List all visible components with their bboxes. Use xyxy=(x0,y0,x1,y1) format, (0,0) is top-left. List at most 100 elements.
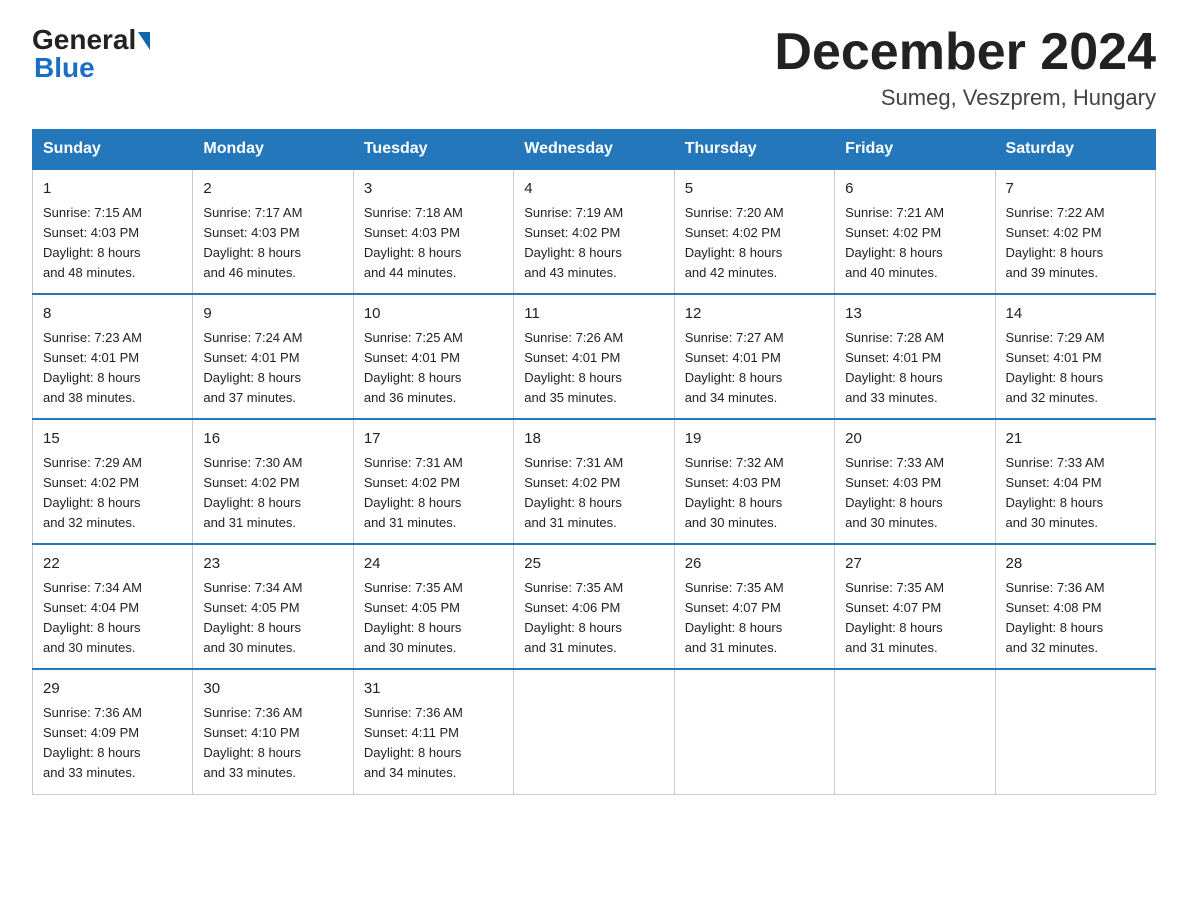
calendar-header-friday: Friday xyxy=(835,130,995,170)
day-number: 29 xyxy=(43,678,182,701)
calendar-cell-5-5 xyxy=(674,669,834,794)
day-info: Sunrise: 7:26 AM Sunset: 4:01 PM Dayligh… xyxy=(524,328,663,409)
day-number: 8 xyxy=(43,303,182,326)
day-info: Sunrise: 7:34 AM Sunset: 4:05 PM Dayligh… xyxy=(203,578,342,659)
day-number: 15 xyxy=(43,428,182,451)
day-number: 19 xyxy=(685,428,824,451)
header: General Blue December 2024 Sumeg, Veszpr… xyxy=(32,24,1156,111)
calendar-week-4: 22Sunrise: 7:34 AM Sunset: 4:04 PM Dayli… xyxy=(33,544,1156,669)
calendar-cell-5-7 xyxy=(995,669,1155,794)
day-info: Sunrise: 7:32 AM Sunset: 4:03 PM Dayligh… xyxy=(685,453,824,534)
calendar-cell-2-4: 11Sunrise: 7:26 AM Sunset: 4:01 PM Dayli… xyxy=(514,294,674,419)
day-number: 13 xyxy=(845,303,984,326)
day-info: Sunrise: 7:29 AM Sunset: 4:02 PM Dayligh… xyxy=(43,453,182,534)
day-info: Sunrise: 7:23 AM Sunset: 4:01 PM Dayligh… xyxy=(43,328,182,409)
calendar-cell-4-4: 25Sunrise: 7:35 AM Sunset: 4:06 PM Dayli… xyxy=(514,544,674,669)
day-number: 21 xyxy=(1006,428,1145,451)
month-title: December 2024 xyxy=(774,24,1156,81)
day-info: Sunrise: 7:30 AM Sunset: 4:02 PM Dayligh… xyxy=(203,453,342,534)
calendar-cell-3-1: 15Sunrise: 7:29 AM Sunset: 4:02 PM Dayli… xyxy=(33,419,193,544)
day-number: 23 xyxy=(203,553,342,576)
day-info: Sunrise: 7:17 AM Sunset: 4:03 PM Dayligh… xyxy=(203,203,342,284)
logo-arrow-icon xyxy=(138,32,150,50)
calendar-cell-1-4: 4Sunrise: 7:19 AM Sunset: 4:02 PM Daylig… xyxy=(514,169,674,294)
day-info: Sunrise: 7:21 AM Sunset: 4:02 PM Dayligh… xyxy=(845,203,984,284)
day-info: Sunrise: 7:28 AM Sunset: 4:01 PM Dayligh… xyxy=(845,328,984,409)
day-info: Sunrise: 7:36 AM Sunset: 4:08 PM Dayligh… xyxy=(1006,578,1145,659)
calendar-cell-2-6: 13Sunrise: 7:28 AM Sunset: 4:01 PM Dayli… xyxy=(835,294,995,419)
day-number: 9 xyxy=(203,303,342,326)
calendar-cell-2-1: 8Sunrise: 7:23 AM Sunset: 4:01 PM Daylig… xyxy=(33,294,193,419)
day-number: 24 xyxy=(364,553,503,576)
calendar-header-saturday: Saturday xyxy=(995,130,1155,170)
calendar-header-row: SundayMondayTuesdayWednesdayThursdayFrid… xyxy=(33,130,1156,170)
day-number: 18 xyxy=(524,428,663,451)
day-number: 6 xyxy=(845,178,984,201)
calendar-table: SundayMondayTuesdayWednesdayThursdayFrid… xyxy=(32,129,1156,794)
day-info: Sunrise: 7:24 AM Sunset: 4:01 PM Dayligh… xyxy=(203,328,342,409)
day-info: Sunrise: 7:35 AM Sunset: 4:05 PM Dayligh… xyxy=(364,578,503,659)
day-info: Sunrise: 7:31 AM Sunset: 4:02 PM Dayligh… xyxy=(524,453,663,534)
calendar-cell-4-5: 26Sunrise: 7:35 AM Sunset: 4:07 PM Dayli… xyxy=(674,544,834,669)
day-info: Sunrise: 7:35 AM Sunset: 4:06 PM Dayligh… xyxy=(524,578,663,659)
day-info: Sunrise: 7:25 AM Sunset: 4:01 PM Dayligh… xyxy=(364,328,503,409)
calendar-header-tuesday: Tuesday xyxy=(353,130,513,170)
day-info: Sunrise: 7:22 AM Sunset: 4:02 PM Dayligh… xyxy=(1006,203,1145,284)
day-number: 20 xyxy=(845,428,984,451)
day-info: Sunrise: 7:27 AM Sunset: 4:01 PM Dayligh… xyxy=(685,328,824,409)
day-number: 10 xyxy=(364,303,503,326)
calendar-cell-3-3: 17Sunrise: 7:31 AM Sunset: 4:02 PM Dayli… xyxy=(353,419,513,544)
calendar-cell-5-4 xyxy=(514,669,674,794)
day-info: Sunrise: 7:33 AM Sunset: 4:03 PM Dayligh… xyxy=(845,453,984,534)
day-number: 22 xyxy=(43,553,182,576)
calendar-cell-1-7: 7Sunrise: 7:22 AM Sunset: 4:02 PM Daylig… xyxy=(995,169,1155,294)
calendar-cell-1-6: 6Sunrise: 7:21 AM Sunset: 4:02 PM Daylig… xyxy=(835,169,995,294)
calendar-cell-5-6 xyxy=(835,669,995,794)
calendar-cell-5-1: 29Sunrise: 7:36 AM Sunset: 4:09 PM Dayli… xyxy=(33,669,193,794)
calendar-header-thursday: Thursday xyxy=(674,130,834,170)
day-info: Sunrise: 7:35 AM Sunset: 4:07 PM Dayligh… xyxy=(685,578,824,659)
day-info: Sunrise: 7:36 AM Sunset: 4:11 PM Dayligh… xyxy=(364,703,503,784)
day-number: 28 xyxy=(1006,553,1145,576)
calendar-week-3: 15Sunrise: 7:29 AM Sunset: 4:02 PM Dayli… xyxy=(33,419,1156,544)
day-number: 7 xyxy=(1006,178,1145,201)
logo-blue: Blue xyxy=(34,52,95,84)
day-number: 4 xyxy=(524,178,663,201)
calendar-cell-3-5: 19Sunrise: 7:32 AM Sunset: 4:03 PM Dayli… xyxy=(674,419,834,544)
location: Sumeg, Veszprem, Hungary xyxy=(774,85,1156,111)
calendar-cell-1-2: 2Sunrise: 7:17 AM Sunset: 4:03 PM Daylig… xyxy=(193,169,353,294)
title-block: December 2024 Sumeg, Veszprem, Hungary xyxy=(774,24,1156,111)
day-number: 26 xyxy=(685,553,824,576)
calendar-cell-2-3: 10Sunrise: 7:25 AM Sunset: 4:01 PM Dayli… xyxy=(353,294,513,419)
day-info: Sunrise: 7:33 AM Sunset: 4:04 PM Dayligh… xyxy=(1006,453,1145,534)
day-number: 17 xyxy=(364,428,503,451)
day-info: Sunrise: 7:15 AM Sunset: 4:03 PM Dayligh… xyxy=(43,203,182,284)
calendar-cell-2-5: 12Sunrise: 7:27 AM Sunset: 4:01 PM Dayli… xyxy=(674,294,834,419)
day-info: Sunrise: 7:35 AM Sunset: 4:07 PM Dayligh… xyxy=(845,578,984,659)
day-info: Sunrise: 7:36 AM Sunset: 4:10 PM Dayligh… xyxy=(203,703,342,784)
day-info: Sunrise: 7:36 AM Sunset: 4:09 PM Dayligh… xyxy=(43,703,182,784)
day-info: Sunrise: 7:18 AM Sunset: 4:03 PM Dayligh… xyxy=(364,203,503,284)
day-number: 16 xyxy=(203,428,342,451)
calendar-cell-4-2: 23Sunrise: 7:34 AM Sunset: 4:05 PM Dayli… xyxy=(193,544,353,669)
calendar-cell-3-4: 18Sunrise: 7:31 AM Sunset: 4:02 PM Dayli… xyxy=(514,419,674,544)
calendar-cell-4-1: 22Sunrise: 7:34 AM Sunset: 4:04 PM Dayli… xyxy=(33,544,193,669)
calendar-cell-5-2: 30Sunrise: 7:36 AM Sunset: 4:10 PM Dayli… xyxy=(193,669,353,794)
calendar-cell-3-2: 16Sunrise: 7:30 AM Sunset: 4:02 PM Dayli… xyxy=(193,419,353,544)
calendar-header-monday: Monday xyxy=(193,130,353,170)
calendar-cell-4-3: 24Sunrise: 7:35 AM Sunset: 4:05 PM Dayli… xyxy=(353,544,513,669)
day-info: Sunrise: 7:19 AM Sunset: 4:02 PM Dayligh… xyxy=(524,203,663,284)
day-info: Sunrise: 7:34 AM Sunset: 4:04 PM Dayligh… xyxy=(43,578,182,659)
day-number: 5 xyxy=(685,178,824,201)
calendar-cell-5-3: 31Sunrise: 7:36 AM Sunset: 4:11 PM Dayli… xyxy=(353,669,513,794)
day-number: 27 xyxy=(845,553,984,576)
calendar-header-wednesday: Wednesday xyxy=(514,130,674,170)
day-info: Sunrise: 7:29 AM Sunset: 4:01 PM Dayligh… xyxy=(1006,328,1145,409)
calendar-cell-1-5: 5Sunrise: 7:20 AM Sunset: 4:02 PM Daylig… xyxy=(674,169,834,294)
calendar-week-2: 8Sunrise: 7:23 AM Sunset: 4:01 PM Daylig… xyxy=(33,294,1156,419)
day-number: 14 xyxy=(1006,303,1145,326)
day-number: 30 xyxy=(203,678,342,701)
page: General Blue December 2024 Sumeg, Veszpr… xyxy=(0,0,1188,819)
day-number: 1 xyxy=(43,178,182,201)
day-number: 31 xyxy=(364,678,503,701)
